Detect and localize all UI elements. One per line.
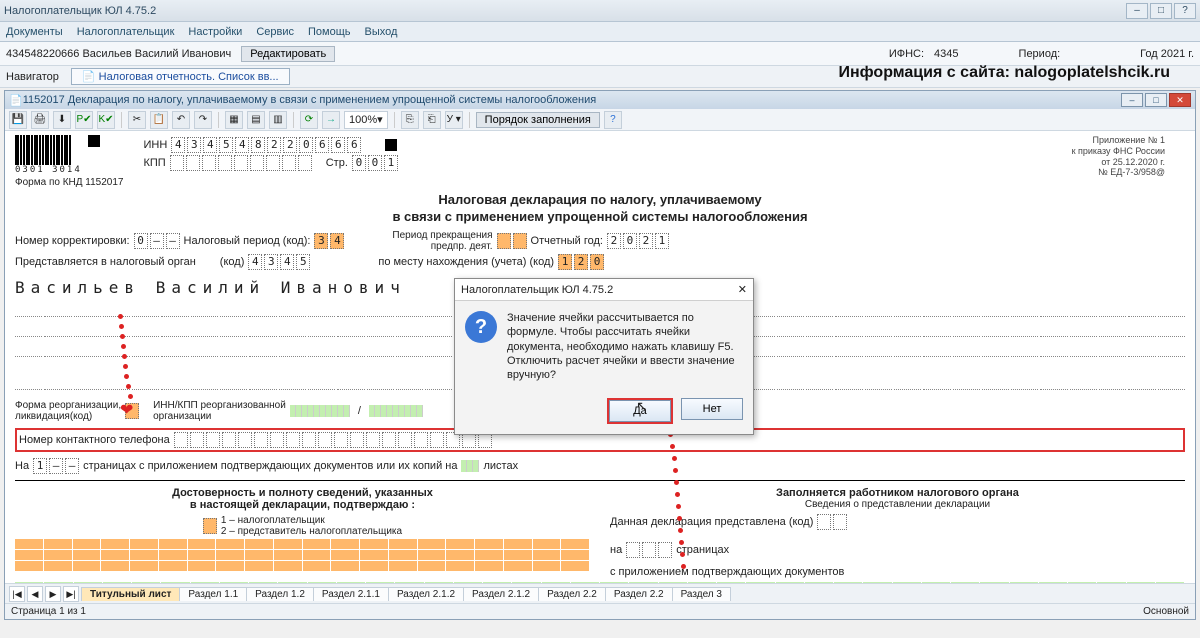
taxpayer-id: 434548220666 Васильев Василий Иванович (6, 48, 231, 60)
dialog-message: Значение ячейки рассчитывается по формул… (507, 311, 743, 382)
help-button[interactable]: ? (1174, 3, 1196, 19)
menu-exit[interactable]: Выход (365, 26, 398, 38)
document-icon: 📄 (9, 94, 23, 107)
reorg-inn-cells[interactable] (290, 405, 350, 417)
tool2-icon[interactable]: ⎗ (423, 111, 441, 129)
question-icon: ? (465, 311, 497, 343)
menu-settings[interactable]: Настройки (188, 26, 242, 38)
refresh-icon[interactable]: ⟳ (300, 111, 318, 129)
menu-taxpayer[interactable]: Налогоплательщик (77, 26, 175, 38)
undo-icon[interactable]: ↶ (172, 111, 190, 129)
kpp-cells[interactable] (170, 155, 312, 171)
submit-to-cells[interactable]: 4345 (248, 254, 310, 270)
correction-cells[interactable]: 0–– (134, 233, 180, 249)
form-heading: Налоговая декларация по налогу, уплачива… (15, 192, 1185, 207)
maximize-button[interactable]: □ (1150, 3, 1172, 19)
form-annex: Приложение № 1 к приказу ФНС России от 2… (1072, 135, 1165, 178)
confirm-dialog: Налогоплательщик ЮЛ 4.75.2 ✕ ? Значение … (454, 278, 754, 435)
dialog-no-button[interactable]: Нет (681, 398, 743, 420)
tab-first-button[interactable]: |◀ (9, 586, 25, 602)
tool1-icon[interactable]: ⎘ (401, 111, 419, 129)
export-icon[interactable]: ⬇ (53, 111, 71, 129)
location-cells[interactable]: 120 (558, 254, 604, 270)
grid1-icon[interactable]: ▦ (225, 111, 243, 129)
check-icon[interactable]: P✔ (75, 111, 93, 129)
form-code: Форма по КНД 1152017 (15, 177, 123, 188)
reorg-kpp-cells[interactable] (369, 405, 423, 417)
reorg-code-cell[interactable] (125, 403, 139, 419)
check-all-icon[interactable]: K✔ (97, 111, 115, 129)
arrow-right-icon[interactable]: → (322, 111, 340, 129)
document-titlebar: 📄 1152017 Декларация по налогу, уплачива… (5, 91, 1195, 109)
confirm-role-cell[interactable] (203, 518, 217, 534)
main-menubar: Документы Налогоплательщик Настройки Сер… (0, 22, 1200, 42)
ifns-value: 4345 (934, 48, 958, 60)
order-button[interactable]: Порядок заполнения (476, 112, 600, 128)
save-icon[interactable]: 💾 (9, 111, 27, 129)
tab-section-2-1-1[interactable]: Раздел 2.1.1 (313, 587, 389, 601)
tab-next-button[interactable]: ▶ (45, 586, 61, 602)
menu-help[interactable]: Помощь (308, 26, 351, 38)
copy-icon[interactable]: 📋 (150, 111, 168, 129)
dialog-title: Налогоплательщик ЮЛ 4.75.2 (461, 284, 613, 296)
pages-count-cells[interactable]: 1–– (33, 458, 79, 474)
dialog-close-icon[interactable]: ✕ (738, 283, 747, 296)
grid2-icon[interactable]: ▤ (247, 111, 265, 129)
page-status: Страница 1 из 1 (11, 606, 86, 617)
tab-last-button[interactable]: ▶| (63, 586, 79, 602)
section-tabstrip: |◀ ◀ ▶ ▶| Титульный лист Раздел 1.1 Разд… (5, 583, 1195, 603)
document-icon: 📄 (82, 71, 96, 83)
year-label: Год 2021 г. (1140, 48, 1194, 60)
nav-tab-report[interactable]: 📄 Налоговая отчетность. Список вв... (71, 68, 290, 85)
tab-section-1-2[interactable]: Раздел 1.2 (246, 587, 314, 601)
page-cells: 001 (352, 155, 398, 171)
ifns-label: ИФНС: (889, 48, 924, 60)
tab-section-2-1-2a[interactable]: Раздел 2.1.2 (388, 587, 464, 601)
document-toolbar: 💾 🖨 ⬇ P✔ K✔ ✂ 📋 ↶ ↷ ▦ ▤ ▥ ⟳ → 100% ▾ ⎘ ⎗… (5, 109, 1195, 131)
doc-maximize-button[interactable]: □ (1145, 93, 1167, 107)
taxpayer-infobar: 434548220666 Васильев Василий Иванович Р… (0, 42, 1200, 66)
help-icon[interactable]: ? (604, 111, 622, 129)
navigator-label[interactable]: Навигатор (6, 71, 59, 83)
inn-label: ИНН (143, 139, 167, 151)
cut-icon[interactable]: ✂ (128, 111, 146, 129)
grid3-icon[interactable]: ▥ (269, 111, 287, 129)
edit-button[interactable]: Редактировать (241, 46, 335, 62)
document-title: 1152017 Декларация по налогу, уплачиваем… (23, 94, 597, 106)
mode-status: Основной (1143, 606, 1189, 617)
kpp-label: КПП (143, 157, 165, 169)
taxperiod-cells[interactable]: 34 (314, 233, 344, 249)
status-bar: Страница 1 из 1 Основной (5, 603, 1195, 619)
tab-section-1-1[interactable]: Раздел 1.1 (179, 587, 247, 601)
zoom-selector[interactable]: 100% ▾ (344, 111, 388, 129)
attach-pages-cells[interactable] (461, 460, 479, 472)
tab-title-page[interactable]: Титульный лист (81, 587, 180, 601)
u-label[interactable]: У ▾ (445, 111, 463, 129)
tab-section-2-2a[interactable]: Раздел 2.2 (538, 587, 606, 601)
print-icon[interactable]: 🖨 (31, 111, 49, 129)
doc-close-button[interactable]: ✕ (1169, 93, 1191, 107)
tab-prev-button[interactable]: ◀ (27, 586, 43, 602)
app-titlebar: Налогоплательщик ЮЛ 4.75.2 – □ ? (0, 0, 1200, 22)
menu-service[interactable]: Сервис (256, 26, 294, 38)
tab-section-3[interactable]: Раздел 3 (672, 587, 731, 601)
tab-section-2-1-2b[interactable]: Раздел 2.1.2 (463, 587, 539, 601)
tab-section-2-2b[interactable]: Раздел 2.2 (605, 587, 673, 601)
inn-cells[interactable]: 434548220666 (171, 137, 361, 153)
period-label: Период: (1019, 48, 1061, 60)
form-subheading: в связи с применением упрощенной системы… (15, 209, 1185, 224)
redo-icon[interactable]: ↷ (194, 111, 212, 129)
menu-documents[interactable]: Документы (6, 26, 63, 38)
watermark: Информация с сайта: nalogoplatelshcik.ru (838, 64, 1170, 82)
minimize-button[interactable]: – (1126, 3, 1148, 19)
app-title: Налогоплательщик ЮЛ 4.75.2 (4, 5, 156, 17)
stopperiod-cells[interactable] (497, 233, 527, 249)
barcode: 0301 3014 (15, 135, 82, 175)
cursor-icon: ↖ (636, 398, 648, 415)
doc-minimize-button[interactable]: – (1121, 93, 1143, 107)
year-cells[interactable]: 2021 (607, 233, 669, 249)
